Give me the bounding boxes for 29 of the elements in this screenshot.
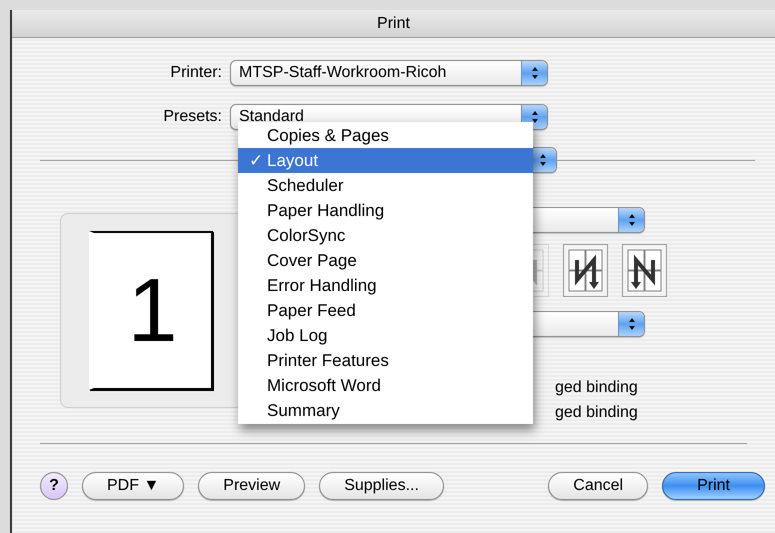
- dialog-button[interactable]: Supplies...: [319, 472, 444, 500]
- layout-direction-icon[interactable]: [622, 244, 667, 297]
- page-number: 1: [127, 266, 178, 356]
- printer-label: Printer:: [169, 63, 223, 83]
- menu-item[interactable]: Summary: [238, 398, 533, 423]
- menu-item[interactable]: Paper Handling: [238, 198, 533, 223]
- menu-item[interactable]: Error Handling: [238, 273, 533, 298]
- window-title: Print: [377, 14, 410, 34]
- popup-arrows-icon: [618, 312, 644, 336]
- menu-item[interactable]: ColorSync: [238, 223, 533, 248]
- menu-item[interactable]: Cover Page: [238, 248, 533, 273]
- radio-label: ged binding: [555, 378, 639, 398]
- printer-popup[interactable]: MTSP-Staff-Workroom-Ricoh: [230, 60, 548, 86]
- help-button[interactable]: ?: [40, 472, 68, 500]
- dialog-button[interactable]: PDF ▼: [82, 472, 184, 500]
- popup-arrows-icon: [521, 61, 547, 85]
- dialog-button[interactable]: Preview: [198, 472, 306, 500]
- popup-arrows-icon: [618, 208, 644, 232]
- layout-direction-icon[interactable]: [563, 244, 608, 297]
- menu-item[interactable]: Job Log: [238, 323, 533, 348]
- radio-label: ged binding: [555, 403, 639, 423]
- menu-item[interactable]: Scheduler: [238, 173, 533, 198]
- dialog-button[interactable]: Cancel: [548, 472, 648, 500]
- menu-item[interactable]: Microsoft Word: [238, 373, 533, 398]
- menu-item[interactable]: ✓ Layout: [238, 148, 533, 173]
- presets-label: Presets:: [162, 107, 223, 127]
- dialog-button[interactable]: Print: [662, 472, 765, 500]
- menu-item[interactable]: Paper Feed: [238, 298, 533, 323]
- menu-item[interactable]: Printer Features: [238, 348, 533, 373]
